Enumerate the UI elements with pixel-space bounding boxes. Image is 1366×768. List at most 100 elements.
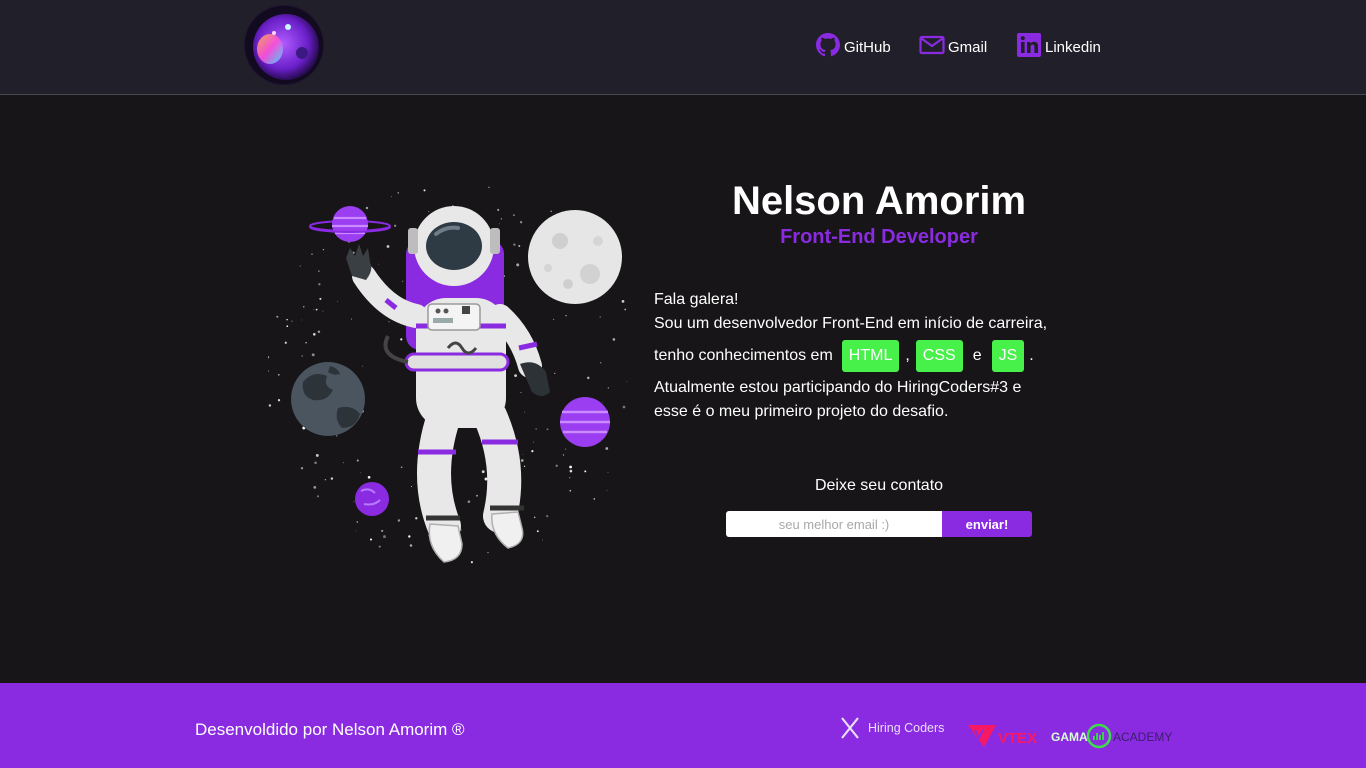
star-dot bbox=[305, 342, 307, 344]
star-dot bbox=[313, 333, 316, 336]
nav-github-label: GitHub bbox=[844, 39, 891, 56]
star-dot bbox=[484, 477, 488, 481]
vtex-logo-text: VTEX bbox=[998, 730, 1037, 747]
star-dot bbox=[612, 338, 616, 341]
star-dot bbox=[276, 315, 279, 318]
star-dot bbox=[518, 245, 521, 247]
tech-tag-html: HTML bbox=[841, 340, 900, 372]
star-dot bbox=[428, 211, 430, 212]
star-dot bbox=[356, 521, 359, 523]
star-dot bbox=[523, 465, 526, 467]
star-dot bbox=[467, 500, 471, 504]
star-dot bbox=[388, 321, 390, 323]
star-dot bbox=[378, 545, 381, 548]
star-dot bbox=[300, 467, 304, 470]
bio-and: e bbox=[972, 347, 982, 364]
star-dot bbox=[513, 214, 515, 216]
nav-gmail-label: Gmail bbox=[948, 39, 988, 56]
moon-icon bbox=[528, 210, 622, 304]
hiring-coders-logo-text: Hiring Coders bbox=[868, 721, 944, 735]
star-dot bbox=[342, 462, 344, 464]
star-dot bbox=[408, 535, 411, 538]
hero-role: Front-End Developer bbox=[780, 226, 978, 248]
star-dot bbox=[415, 517, 418, 520]
star-dot bbox=[622, 405, 626, 409]
star-dot bbox=[355, 530, 357, 532]
star-dot bbox=[587, 376, 590, 380]
star-dot bbox=[533, 516, 536, 519]
github-icon bbox=[816, 33, 840, 57]
star-dot bbox=[569, 477, 571, 479]
star-dot bbox=[487, 551, 489, 554]
star-dot bbox=[470, 561, 473, 564]
star-dot bbox=[386, 245, 390, 248]
star-dot bbox=[391, 196, 392, 197]
star-dot bbox=[316, 495, 320, 498]
star-dot bbox=[365, 206, 369, 210]
star-dot bbox=[593, 498, 596, 500]
star-dot bbox=[513, 243, 516, 246]
star-dot bbox=[533, 441, 535, 443]
star-dot bbox=[353, 501, 355, 503]
star-dot bbox=[423, 189, 426, 192]
footer-partner-logos: Hiring Coders VTEX GAMA ACADEMY bbox=[841, 717, 1172, 749]
bio-paragraph: Fala galera! Sou um desenvolvedor Front-… bbox=[654, 288, 1114, 424]
star-dot bbox=[330, 477, 334, 480]
star-dot bbox=[299, 265, 301, 267]
star-dot bbox=[277, 373, 280, 376]
star-dot bbox=[313, 486, 317, 489]
star-dot bbox=[531, 450, 534, 453]
star-dot bbox=[301, 355, 303, 357]
star-dot bbox=[301, 319, 302, 321]
star-dot bbox=[322, 310, 324, 312]
star-dot bbox=[500, 218, 503, 220]
star-dot bbox=[606, 489, 608, 491]
star-dot bbox=[267, 370, 269, 372]
send-button[interactable]: enviar! bbox=[942, 511, 1032, 537]
star-dot bbox=[607, 387, 609, 389]
star-dot bbox=[565, 314, 567, 317]
star-dot bbox=[359, 472, 361, 474]
nav-gmail-link[interactable]: Gmail bbox=[919, 32, 987, 58]
star-dot bbox=[569, 489, 572, 492]
star-dot bbox=[584, 470, 587, 473]
star-dot bbox=[266, 356, 270, 359]
nav-linkedin-label: Linkedin bbox=[1045, 39, 1101, 56]
star-dot bbox=[381, 529, 384, 532]
star-dot bbox=[318, 283, 321, 286]
star-dot bbox=[605, 447, 609, 450]
star-dot bbox=[542, 539, 543, 541]
ringed-planet-icon bbox=[309, 206, 391, 242]
email-input[interactable] bbox=[726, 511, 942, 537]
star-dot bbox=[337, 301, 339, 302]
star-dot bbox=[536, 530, 539, 533]
star-dot bbox=[400, 338, 403, 341]
star-dot bbox=[546, 515, 549, 518]
star-dot bbox=[562, 454, 565, 456]
star-dot bbox=[410, 486, 412, 487]
bio-project: esse é o meu primeiro projeto do desafio… bbox=[654, 403, 949, 420]
nav-github-link[interactable]: GitHub bbox=[815, 32, 891, 58]
star-dot bbox=[400, 466, 403, 469]
star-dot bbox=[607, 471, 609, 473]
star-dot bbox=[367, 475, 371, 479]
star-dot bbox=[277, 399, 281, 402]
mail-icon bbox=[919, 35, 945, 55]
nav-linkedin-link[interactable]: Linkedin bbox=[1016, 32, 1101, 58]
star-dot bbox=[522, 454, 524, 456]
main-nav: GitHub Gmail Linkedin bbox=[0, 32, 1366, 64]
star-dot bbox=[317, 330, 321, 333]
site-header: GitHub Gmail Linkedin bbox=[0, 0, 1366, 95]
contact-title: Deixe seu contato bbox=[814, 477, 944, 494]
star-dot bbox=[311, 353, 315, 357]
star-dot bbox=[350, 318, 353, 320]
star-dot bbox=[520, 459, 524, 462]
bio-period: . bbox=[1029, 347, 1034, 364]
tech-tag-css: CSS bbox=[915, 340, 963, 372]
star-dot bbox=[554, 372, 556, 374]
star-dot bbox=[402, 280, 404, 282]
star-dot bbox=[535, 428, 537, 430]
star-dot bbox=[268, 404, 272, 407]
star-dot bbox=[569, 469, 573, 473]
star-dot bbox=[318, 270, 320, 272]
